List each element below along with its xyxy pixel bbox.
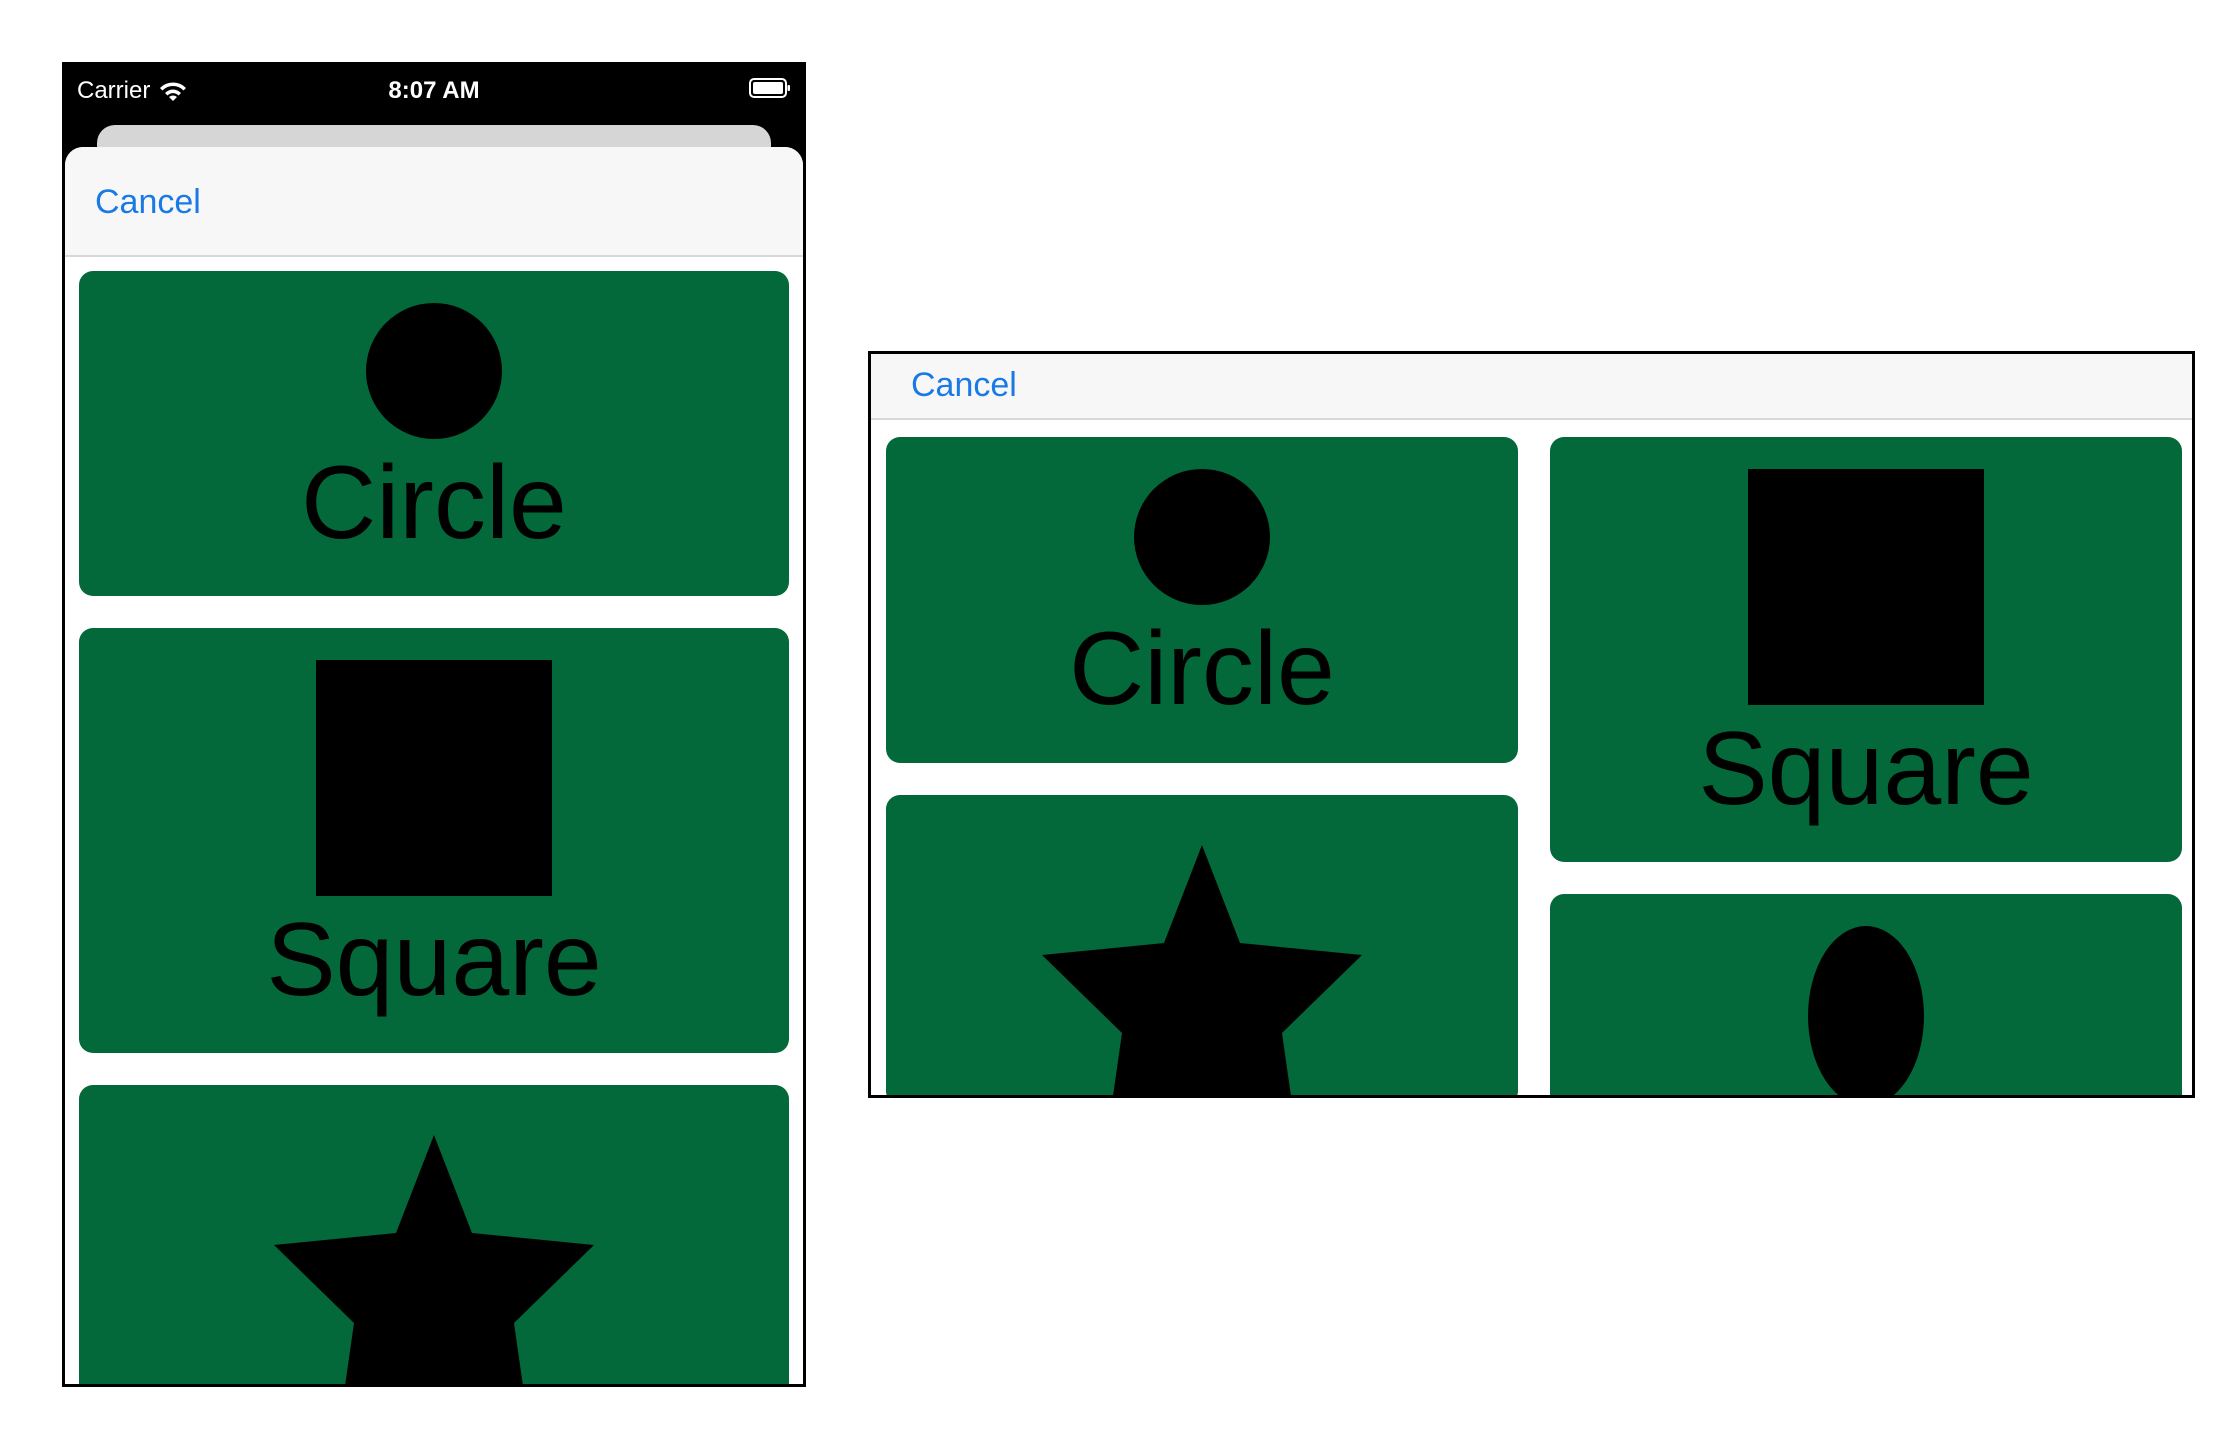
- battery-icon: [749, 78, 790, 98]
- tile-square-label: Square: [266, 902, 602, 1018]
- tile-star-landscape[interactable]: [886, 795, 1518, 1095]
- star-shape-icon: [274, 1135, 594, 1384]
- tile-circle[interactable]: Circle: [79, 271, 789, 596]
- tile-star[interactable]: [79, 1085, 789, 1384]
- tile-circle-landscape[interactable]: Circle: [886, 437, 1518, 763]
- circle-shape-icon: [366, 303, 502, 439]
- oval-shape-icon: [1808, 926, 1924, 1095]
- sheet-navigation-bar-landscape: Cancel: [871, 354, 2192, 420]
- tile-square-landscape[interactable]: Square: [1550, 437, 2182, 862]
- square-shape-icon: [1748, 469, 1984, 705]
- modal-sheet: Cancel Circle Square: [65, 147, 803, 1384]
- sheet-navigation-bar: Cancel: [65, 147, 803, 257]
- tile-circle-label: Circle: [301, 445, 567, 561]
- star-shape-icon: [1042, 845, 1362, 1095]
- tile-circle-label-landscape: Circle: [1069, 611, 1335, 727]
- landscape-screenshot: Cancel Circle Square: [868, 351, 2195, 1098]
- portrait-screenshot: Carrier 8:07 AM Cancel Circle Square: [62, 62, 806, 1387]
- square-shape-icon: [316, 660, 552, 896]
- cancel-button[interactable]: Cancel: [95, 183, 201, 222]
- tile-oval-landscape[interactable]: [1550, 894, 2182, 1095]
- circle-shape-icon: [1134, 469, 1270, 605]
- cancel-button-landscape[interactable]: Cancel: [911, 366, 1017, 405]
- tile-square-label-landscape: Square: [1698, 711, 2034, 827]
- tile-square[interactable]: Square: [79, 628, 789, 1053]
- status-bar: Carrier 8:07 AM: [65, 65, 803, 125]
- status-time: 8:07 AM: [388, 77, 480, 104]
